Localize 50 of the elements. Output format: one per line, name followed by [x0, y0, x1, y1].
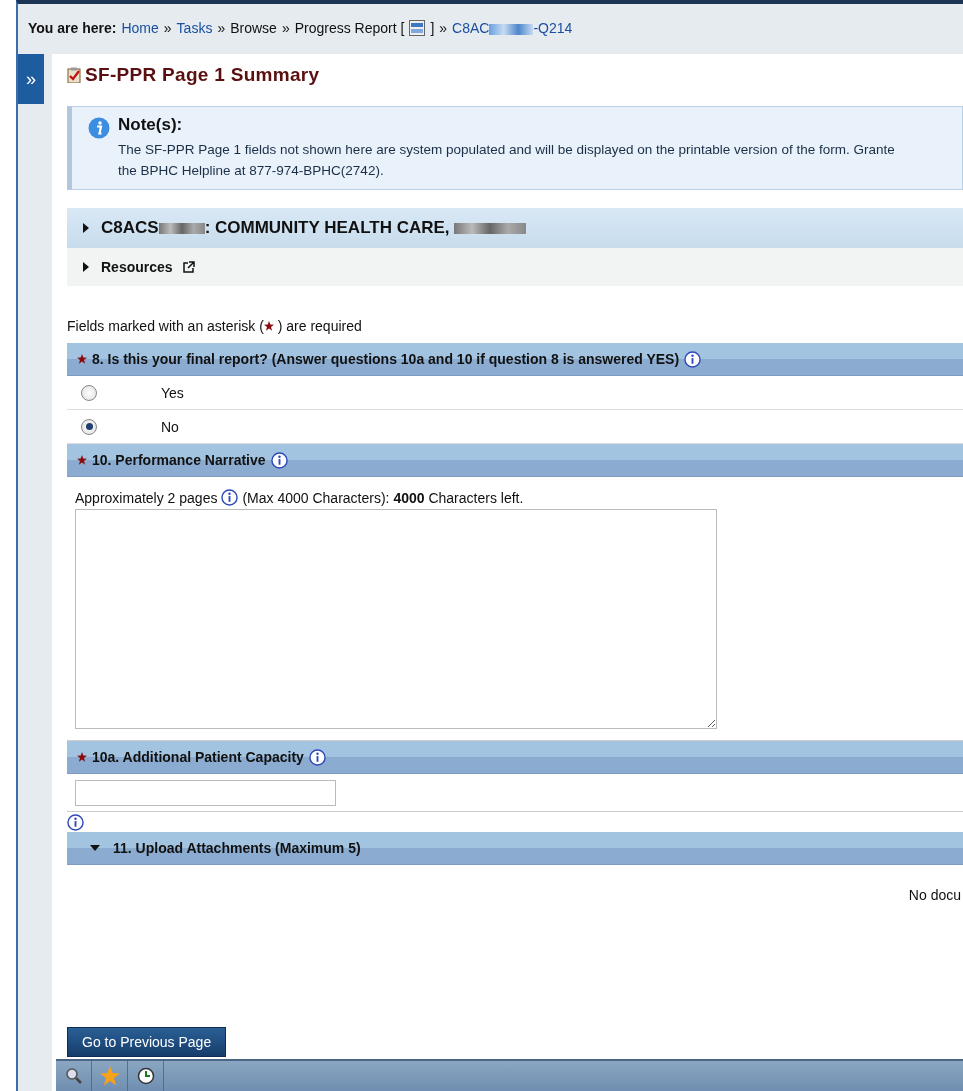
resources-label: Resources [101, 259, 173, 275]
breadcrumb-separator: » [163, 20, 172, 36]
search-icon [64, 1067, 83, 1085]
option-label: Yes [161, 384, 184, 401]
breadcrumb-text: ] [430, 20, 435, 36]
breadcrumb-label: You are here: [28, 20, 117, 36]
page-title: SF-PPR Page 1 Summary [85, 64, 320, 86]
breadcrumb-text: Progress Report [ [294, 20, 405, 36]
question-label: 11. Upload Attachments (Maximum 5) [113, 840, 361, 856]
note-text: The SF-PPR Page 1 fields not shown here are system populated and will be displayed on the printable version of the form. Grante [118, 141, 895, 159]
info-icon[interactable] [67, 813, 84, 831]
breadcrumb-link[interactable]: C8AC -Q214 [452, 20, 573, 36]
radio-button[interactable] [81, 384, 97, 401]
note-title: Note(s): [118, 115, 184, 135]
option-label: No [161, 418, 179, 435]
no-documents-text: No docu [908, 887, 961, 903]
external-link-icon[interactable] [182, 261, 195, 273]
breadcrumb-link[interactable]: Tasks [176, 20, 213, 36]
info-icon[interactable] [308, 748, 326, 766]
question-header[interactable]: 11. Upload Attachments (Maximum 5) [67, 832, 963, 865]
breadcrumb-link[interactable]: Home [121, 20, 159, 36]
sidebar-toggle[interactable]: » [18, 54, 44, 104]
breadcrumb-text: Browse [230, 20, 277, 36]
info-icon[interactable] [221, 489, 239, 506]
previous-page-button[interactable]: Go to Previous Page [67, 1027, 227, 1057]
question-label: 10. Performance Narrative [92, 452, 266, 468]
required-star-icon [263, 321, 274, 331]
redacted-text [489, 23, 534, 35]
star-icon [99, 1066, 120, 1086]
clipboard-icon [67, 67, 82, 83]
organization-name: C8ACS : COMMUNITY HEALTH CARE, [101, 218, 527, 238]
breadcrumb-separator: » [439, 20, 448, 36]
info-icon [88, 117, 110, 139]
info-icon[interactable] [270, 451, 288, 469]
patient-capacity-input[interactable] [75, 780, 336, 806]
required-fields-hint: Fields marked with an asterisk ( ) are required [67, 318, 363, 334]
note-text: the BPHC Helpline at 877-974-BPHC(2742). [118, 162, 385, 180]
resources-panel-header[interactable]: Resources [67, 248, 963, 286]
character-limit-text: (Max 4000 Characters): 4000 Characters left. [242, 489, 524, 506]
breadcrumb-separator: » [281, 20, 290, 36]
clock-icon [136, 1067, 155, 1085]
organization-panel-header[interactable]: C8ACS : COMMUNITY HEALTH CARE, [67, 208, 963, 248]
question-label: 10a. Additional Patient Capacity [92, 749, 304, 765]
radio-option[interactable]: Yes [67, 376, 963, 410]
radio-button[interactable] [81, 418, 97, 435]
info-icon[interactable] [684, 350, 702, 368]
breadcrumb-separator: » [217, 20, 226, 36]
narrative-hint: Approximately 2 pages [75, 489, 218, 506]
report-icon[interactable] [409, 20, 426, 36]
question-label: 8. Is this your final report? (Answer questions 10a and 10 if question 8 is answered YES) [92, 351, 680, 367]
